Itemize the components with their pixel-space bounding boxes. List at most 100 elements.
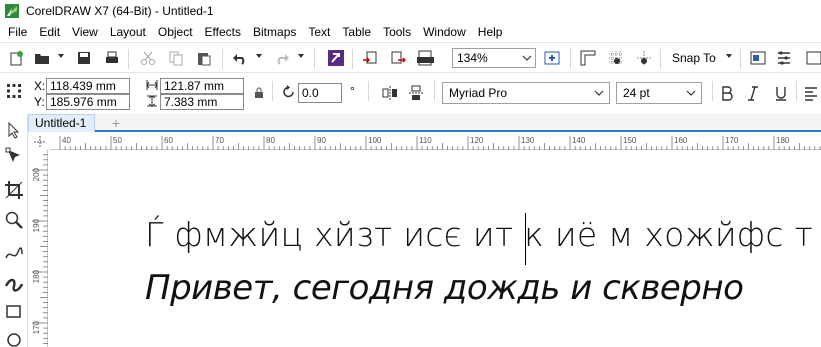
welcome-screen-button[interactable] bbox=[748, 48, 768, 68]
mirror-horizontal-icon[interactable] bbox=[382, 85, 398, 101]
print-button[interactable] bbox=[102, 48, 122, 68]
rotate-icon bbox=[283, 85, 294, 98]
redo-dropdown-icon[interactable] bbox=[298, 54, 304, 58]
save-icon bbox=[78, 52, 90, 64]
ruler-tick-label: 170 bbox=[725, 136, 739, 145]
full-screen-preview-button[interactable] bbox=[542, 48, 562, 68]
horizontal-ruler-ticks: 4050607080901001101201301401501601701801… bbox=[59, 136, 821, 150]
menu-tools[interactable]: Tools bbox=[377, 22, 417, 42]
import-button[interactable] bbox=[360, 48, 380, 68]
menu-object[interactable]: Object bbox=[152, 22, 199, 42]
menu-window[interactable]: Window bbox=[417, 22, 472, 42]
ruler-tick-label: 140 bbox=[572, 136, 586, 145]
crop-tool-icon[interactable] bbox=[4, 180, 24, 200]
lock-ratio-icon[interactable] bbox=[254, 87, 264, 99]
open-button[interactable] bbox=[32, 48, 52, 68]
options-button[interactable] bbox=[774, 48, 794, 68]
copy-icon bbox=[169, 51, 183, 66]
paste-button[interactable] bbox=[194, 48, 214, 68]
zoom-tool-icon[interactable] bbox=[4, 210, 24, 230]
font-list-combo[interactable]: Myriad Pro bbox=[442, 82, 610, 104]
mirror-vertical-icon[interactable] bbox=[408, 85, 424, 101]
new-document-button[interactable] bbox=[6, 48, 26, 68]
coreldraw-logo-icon bbox=[5, 4, 19, 18]
y-position-field[interactable]: 185.976 mm bbox=[46, 94, 130, 110]
ruler-icon bbox=[580, 50, 596, 66]
toolbar-divider bbox=[434, 81, 435, 101]
underline-icon[interactable] bbox=[774, 85, 788, 101]
rectangle-tool-icon[interactable] bbox=[4, 302, 24, 322]
artistic-text-line-2[interactable]: Привет, сегодня дождь и скверно bbox=[145, 268, 744, 308]
shape-tool-icon[interactable] bbox=[4, 146, 24, 166]
tab-untitled-1[interactable]: Untitled-1 bbox=[28, 114, 96, 132]
ruler-tick-label: 100 bbox=[368, 136, 382, 145]
new-tab-button[interactable]: + bbox=[108, 116, 124, 130]
object-origin-icon[interactable] bbox=[6, 83, 22, 99]
show-guidelines-button[interactable] bbox=[634, 48, 654, 68]
snap-to-dropdown-icon[interactable] bbox=[726, 54, 732, 58]
artistic-media-tool-icon[interactable] bbox=[4, 274, 24, 294]
save-button[interactable] bbox=[74, 48, 94, 68]
show-grid-button[interactable] bbox=[606, 48, 626, 68]
artistic-text-line-1[interactable]: Ѓ фмжйц хйзт исє ит к иё м хожйфс т bbox=[145, 215, 813, 254]
toolbar-divider bbox=[352, 49, 353, 69]
ruler-tick-label: 90 bbox=[317, 136, 326, 145]
ruler-tick-label: 40 bbox=[62, 136, 71, 145]
copy-button[interactable] bbox=[166, 48, 186, 68]
vertical-ruler[interactable]: 200 190 180 170 bbox=[30, 150, 48, 347]
redo-icon bbox=[277, 54, 289, 65]
ellipse-tool-icon[interactable] bbox=[4, 330, 24, 347]
font-name-value: Myriad Pro bbox=[449, 86, 508, 100]
show-rulers-button[interactable] bbox=[578, 48, 598, 68]
horizontal-ruler[interactable]: 4050607080901001101201301401501601701801… bbox=[50, 134, 821, 150]
menu-file[interactable]: File bbox=[2, 22, 33, 42]
redo-button[interactable] bbox=[272, 48, 292, 68]
undo-button[interactable] bbox=[230, 48, 250, 68]
menu-table[interactable]: Table bbox=[336, 22, 377, 42]
menu-bar: File Edit View Layout Object Effects Bit… bbox=[0, 22, 821, 42]
corel-content-icon bbox=[328, 50, 344, 66]
italic-icon[interactable] bbox=[746, 85, 760, 101]
export-button[interactable] bbox=[388, 48, 408, 68]
coreldraw-window: CorelDRAW X7 (64-Bit) - Untitled-1 File … bbox=[0, 0, 821, 347]
menu-text[interactable]: Text bbox=[302, 22, 336, 42]
rotation-angle-field[interactable]: 0.0 bbox=[298, 83, 342, 103]
ruler-tick-label: 190 bbox=[32, 218, 41, 232]
open-dropdown-icon[interactable] bbox=[58, 54, 64, 58]
ruler-origin[interactable] bbox=[30, 134, 50, 150]
height-field[interactable]: 7.383 mm bbox=[160, 94, 244, 110]
menu-effects[interactable]: Effects bbox=[199, 22, 247, 42]
menu-help[interactable]: Help bbox=[472, 22, 509, 42]
import-icon bbox=[363, 51, 377, 64]
toolbar-divider bbox=[712, 81, 713, 101]
application-launcher-button[interactable] bbox=[804, 48, 821, 68]
ruler-tick-label: 160 bbox=[674, 136, 688, 145]
freehand-tool-icon[interactable] bbox=[4, 244, 24, 264]
cut-button[interactable] bbox=[138, 48, 158, 68]
menu-bitmaps[interactable]: Bitmaps bbox=[247, 22, 302, 42]
bold-icon[interactable] bbox=[720, 85, 734, 101]
toolbar-divider bbox=[222, 49, 223, 69]
menu-view[interactable]: View bbox=[66, 22, 104, 42]
export-icon bbox=[391, 51, 406, 64]
degree-symbol: ° bbox=[350, 84, 355, 98]
menu-layout[interactable]: Layout bbox=[104, 22, 152, 42]
publish-pdf-button[interactable] bbox=[416, 48, 436, 68]
width-icon bbox=[146, 80, 158, 90]
undo-dropdown-icon[interactable] bbox=[256, 54, 262, 58]
search-content-button[interactable] bbox=[326, 48, 346, 68]
ruler-tick-label: 180 bbox=[776, 136, 790, 145]
snap-to-button[interactable]: Snap To bbox=[666, 48, 716, 68]
width-field[interactable]: 121.87 mm bbox=[160, 78, 244, 94]
window-title: CorelDRAW X7 (64-Bit) - Untitled-1 bbox=[26, 4, 214, 18]
ruler-tick-label: 80 bbox=[266, 136, 275, 145]
ruler-tick-label: 170 bbox=[32, 320, 41, 334]
paste-icon bbox=[198, 53, 211, 66]
menu-edit[interactable]: Edit bbox=[33, 22, 66, 42]
font-size-combo[interactable]: 24 pt bbox=[616, 82, 702, 104]
zoom-level-combo[interactable]: 134% bbox=[452, 48, 536, 68]
pick-tool-icon[interactable] bbox=[4, 120, 24, 140]
x-position-field[interactable]: 118.439 mm bbox=[46, 78, 130, 94]
text-alignment-icon[interactable] bbox=[804, 85, 818, 101]
drawing-canvas[interactable]: Ѓ фмжйц хйзт исє ит к иё м хожйфс т Прив… bbox=[49, 151, 821, 347]
